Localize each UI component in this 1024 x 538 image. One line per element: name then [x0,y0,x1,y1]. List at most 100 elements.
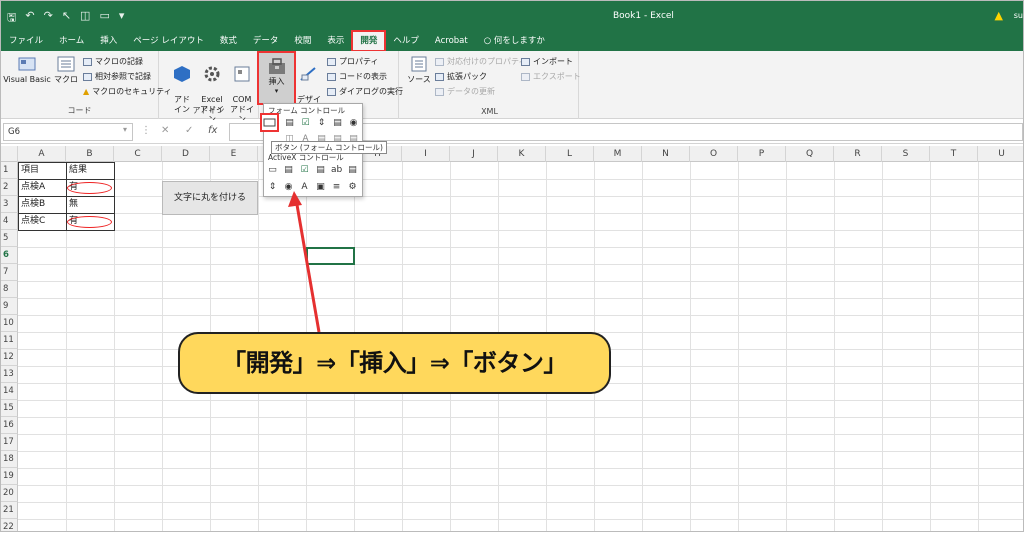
column-header[interactable]: O [690,146,738,162]
column-header[interactable]: R [834,146,882,162]
column-header[interactable]: D [162,146,210,162]
row-header[interactable]: 22 [1,519,18,531]
column-header[interactable]: I [402,146,450,162]
red-circle-shape[interactable] [67,182,112,194]
column-header[interactable]: L [546,146,594,162]
view-code-button[interactable]: コードの表示 [327,71,387,82]
properties-button[interactable]: プロパティ [327,56,379,67]
red-circle-shape[interactable] [67,216,112,228]
form-icon[interactable]: ◫ [80,9,90,28]
row-header[interactable]: 3 [1,196,18,213]
run-dialog-button[interactable]: ダイアログの実行 [327,86,403,97]
insert-control-button[interactable]: 挿入 ▾ [257,51,296,105]
activex-image-icon[interactable]: ▣ [315,182,326,192]
cell-a4[interactable]: 点検C [18,213,45,230]
source-button[interactable]: ソース [405,55,433,85]
tab-file[interactable]: ファイル [1,31,51,51]
column-header[interactable]: P [738,146,786,162]
visual-basic-button[interactable]: Visual Basic [3,55,51,85]
cancel-icon[interactable]: ✕ [161,125,169,136]
map-properties-button[interactable]: 対応付けのプロパティ [435,56,527,67]
undo-icon[interactable]: ↶ [25,9,34,28]
import-button[interactable]: インポート [521,56,573,67]
cell-a3[interactable]: 点検B [18,196,45,213]
cell-a1[interactable]: 項目 [18,162,39,179]
save-icon[interactable]: 🖫 [7,9,16,28]
activex-spin-icon[interactable]: ⇕ [267,182,278,192]
column-header[interactable]: E [210,146,258,162]
activex-scroll-icon[interactable]: ▤ [347,165,358,175]
row-header[interactable]: 14 [1,383,18,400]
row-header[interactable]: 16 [1,417,18,434]
row-header[interactable]: 2 [1,179,18,196]
cell-b3[interactable]: 無 [66,196,78,213]
pointer-icon[interactable]: ↖ [62,9,71,28]
more-controls-icon[interactable]: ⚙ [347,182,358,192]
check-box-icon[interactable]: ☑ [300,118,311,128]
tab-help[interactable]: ヘルプ [385,31,427,51]
column-header[interactable]: J [450,146,498,162]
row-header[interactable]: 10 [1,315,18,332]
row-header[interactable]: 18 [1,451,18,468]
activex-option-icon[interactable]: ◉ [283,182,294,192]
selected-cell-g6[interactable] [306,247,355,265]
warning-icon[interactable]: ▲ [995,9,1003,22]
activex-list-icon[interactable]: ▤ [315,165,326,175]
activex-combo-icon[interactable]: ▤ [283,165,294,175]
macro-button[interactable]: マクロ [53,55,79,85]
insert-function-icon[interactable]: fx [208,125,217,136]
name-box-dropdown-icon[interactable]: ▾ [123,125,127,134]
combo-box-icon[interactable]: ▤ [284,118,295,128]
row-header[interactable]: 17 [1,434,18,451]
column-header[interactable]: T [930,146,978,162]
tab-tell-me[interactable]: ○ 何をしますか [476,31,553,51]
name-box[interactable]: G6 [3,123,133,141]
refresh-data-button[interactable]: データの更新 [435,86,495,97]
row-header[interactable]: 1 [1,162,18,179]
row-header[interactable]: 21 [1,502,18,519]
column-header[interactable]: Q [786,146,834,162]
column-header[interactable]: K [498,146,546,162]
relative-reference-button[interactable]: 相対参照で記録 [83,71,151,82]
record-macro-button[interactable]: マクロの記録 [83,56,143,67]
column-header[interactable]: N [642,146,690,162]
row-header[interactable]: 19 [1,468,18,485]
spin-button-icon[interactable]: ⇕ [316,118,327,128]
column-header[interactable]: S [882,146,930,162]
select-all-corner[interactable] [1,146,18,162]
row-header[interactable]: 8 [1,281,18,298]
row-header[interactable]: 12 [1,349,18,366]
redo-icon[interactable]: ↷ [44,9,53,28]
column-header[interactable]: C [114,146,162,162]
activex-button-icon[interactable]: ▭ [267,165,278,175]
row-header[interactable]: 5 [1,230,18,247]
tab-acrobat[interactable]: Acrobat [427,31,476,51]
column-header[interactable]: M [594,146,642,162]
row-header[interactable]: 15 [1,400,18,417]
column-header[interactable]: U [978,146,1023,162]
tab-developer[interactable]: 開発 [351,30,387,52]
activex-label-icon[interactable]: A [299,182,310,192]
activex-checkbox-icon[interactable]: ☑ [299,165,310,175]
row-header[interactable]: 20 [1,485,18,502]
column-header[interactable]: A [18,146,66,162]
tab-insert[interactable]: 挿入 [92,31,125,51]
tab-home[interactable]: ホーム [51,31,92,51]
tab-data[interactable]: データ [245,31,287,51]
tab-page-layout[interactable]: ページ レイアウト [125,31,212,51]
activex-textbox-icon[interactable]: ab [331,165,342,175]
form-button-control[interactable] [260,113,279,132]
customize-icon[interactable]: ▾ [119,9,125,28]
cell-b1[interactable]: 結果 [66,162,87,179]
row-header[interactable]: 9 [1,298,18,315]
column-header[interactable]: B [66,146,114,162]
circle-text-macro-button[interactable]: 文字に丸を付ける [162,181,258,215]
option-button-icon[interactable]: ◉ [348,118,359,128]
list-box-icon[interactable]: ▤ [332,118,343,128]
row-header[interactable]: 6 [1,247,18,264]
row-header[interactable]: 11 [1,332,18,349]
row-header[interactable]: 13 [1,366,18,383]
user-name[interactable]: su [1014,11,1023,20]
export-button[interactable]: エクスポート [521,71,581,82]
row-header[interactable]: 7 [1,264,18,281]
